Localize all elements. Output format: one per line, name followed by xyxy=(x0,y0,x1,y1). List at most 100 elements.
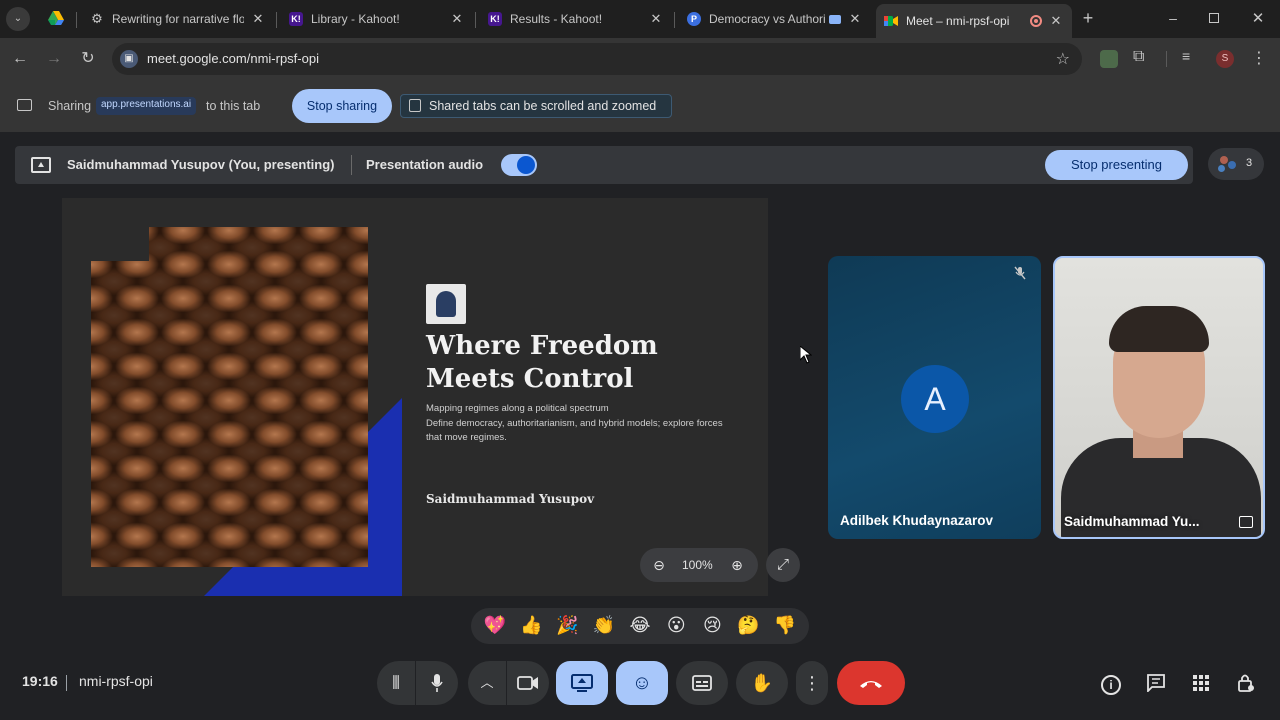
zoom-out-icon[interactable]: ⊖ xyxy=(650,556,668,574)
present-button[interactable] xyxy=(556,661,608,705)
shared-site-chip: app.presentations.ai xyxy=(96,97,197,115)
extension-icon[interactable] xyxy=(1100,50,1118,68)
reload-button[interactable]: ↻ xyxy=(77,48,99,70)
participant-tile[interactable]: A Adilbek Khudaynazarov xyxy=(828,256,1041,539)
reaction-party[interactable]: 🎉 xyxy=(555,613,581,639)
reload-icon: ↻ xyxy=(81,50,95,67)
hand-icon: ✋ xyxy=(750,673,774,693)
reactions-button[interactable]: ☺ xyxy=(616,661,668,705)
toggle-knob xyxy=(517,156,535,174)
reaction-sad[interactable]: 😢 xyxy=(699,613,725,639)
tab-separator xyxy=(276,12,277,28)
slide-logo xyxy=(426,284,466,324)
more-options-button[interactable]: ⋮ xyxy=(796,661,828,705)
participant-name: Adilbek Khudaynazarov xyxy=(840,513,994,528)
tab-meet[interactable]: Meet – nmi-rpsf-opi ✕ xyxy=(876,4,1072,38)
forward-button[interactable]: → xyxy=(43,48,65,70)
reaction-thumbs-down[interactable]: 👎 xyxy=(772,613,798,639)
divider xyxy=(66,675,67,691)
tab-kahoot-results[interactable]: K! Results - Kahoot! ✕ xyxy=(480,4,672,34)
participant-tile-self[interactable]: Saidmuhammad Yu... xyxy=(1053,256,1265,539)
audio-levels-button[interactable]: ⫴ xyxy=(377,661,415,705)
presentations-icon: P xyxy=(687,12,701,26)
close-tab-icon[interactable]: ✕ xyxy=(449,11,465,27)
site-info-icon[interactable]: ▣ xyxy=(120,50,138,68)
tab-kahoot-library[interactable]: K! Library - Kahoot! ✕ xyxy=(281,4,473,34)
microphone-button[interactable] xyxy=(416,661,458,705)
slide-author: Saidmuhammad Yusupov xyxy=(426,492,595,506)
meet-icon xyxy=(884,14,898,28)
fullscreen-button[interactable]: ⤢ xyxy=(766,548,800,582)
participant-avatar-dot xyxy=(1228,161,1236,169)
meeting-code: nmi-rpsf-opi xyxy=(79,673,153,689)
address-bar[interactable]: ▣ meet.google.com/nmi-rpsf-opi ☆ xyxy=(112,43,1082,75)
participants-button[interactable]: 3 xyxy=(1208,148,1264,180)
zoom-in-icon[interactable]: ⊕ xyxy=(728,556,746,574)
arrow-left-icon: ← xyxy=(12,50,28,67)
tab-democracy[interactable]: P Democracy vs Authori ✕ xyxy=(679,4,871,34)
logo-figure-icon xyxy=(436,291,456,317)
new-tab-button[interactable]: + xyxy=(1078,8,1098,28)
host-controls-button[interactable] xyxy=(1233,670,1259,696)
reactions-bar: 💖 👍 🎉 👏 😂 😮 😢 🤔 👎 xyxy=(471,608,809,644)
lock-person-icon xyxy=(1236,673,1256,693)
slide-scales-image-overlay xyxy=(91,227,368,567)
video-person-hair xyxy=(1109,306,1209,352)
close-tab-icon[interactable]: ✕ xyxy=(648,11,664,27)
close-tab-icon[interactable]: ✕ xyxy=(1048,13,1064,29)
back-button[interactable]: ← xyxy=(9,48,31,70)
url-text: meet.google.com/nmi-rpsf-opi xyxy=(147,51,319,66)
tab-scroll-icon xyxy=(409,99,421,112)
meeting-details-button[interactable]: i xyxy=(1098,670,1124,696)
stop-sharing-button[interactable]: Stop sharing xyxy=(292,89,392,123)
browser-toolbar: ← → ↻ ▣ meet.google.com/nmi-rpsf-opi ☆ ⧉… xyxy=(0,38,1280,80)
stop-presenting-button[interactable]: Stop presenting xyxy=(1045,150,1188,180)
drive-icon[interactable] xyxy=(48,11,64,25)
captions-icon xyxy=(692,675,712,691)
tab-search-button[interactable]: ⌄ xyxy=(6,7,30,31)
activities-button[interactable] xyxy=(1188,670,1214,696)
presentation-audio-toggle[interactable] xyxy=(501,154,537,176)
slide-subtitle: Mapping regimes along a political spectr… xyxy=(426,403,609,414)
reaction-heart[interactable]: 💖 xyxy=(482,613,508,639)
tab-rewriting[interactable]: ⚙ Rewriting for narrative flow ✕ xyxy=(82,4,274,34)
settings-icon: ⚙ xyxy=(91,11,103,26)
bookmark-star-icon[interactable]: ☆ xyxy=(1056,49,1070,69)
leave-call-button[interactable] xyxy=(837,661,905,705)
captions-button[interactable] xyxy=(676,661,728,705)
presenter-name: Saidmuhammad Yusupov (You, presenting) xyxy=(67,157,335,172)
sharing-prefix: Sharing xyxy=(48,99,92,113)
browser-tab-strip: ⌄ ⚙ Rewriting for narrative flow ✕ K! Li… xyxy=(0,0,1280,38)
minimize-window-button[interactable]: ‒ xyxy=(1166,10,1180,26)
extensions-puzzle-icon[interactable]: ⧉ xyxy=(1133,48,1151,68)
camera-options-button[interactable]: ︿ xyxy=(468,661,506,705)
profile-avatar[interactable]: S xyxy=(1216,50,1234,68)
mic-off-icon xyxy=(1013,266,1029,282)
reaction-laugh[interactable]: 😂 xyxy=(627,613,653,639)
chat-icon xyxy=(1146,674,1166,692)
presentation-slide[interactable]: Where Freedom Meets Control Mapping regi… xyxy=(62,198,768,596)
reaction-thinking[interactable]: 🤔 xyxy=(736,613,762,639)
more-vert-icon: ⋮ xyxy=(803,673,821,693)
participant-avatar-dot xyxy=(1218,165,1225,172)
mouse-cursor-icon xyxy=(800,346,812,364)
slide-title: Where Freedom Meets Control xyxy=(426,331,658,394)
reaction-thumbs-up[interactable]: 👍 xyxy=(518,613,544,639)
raise-hand-button[interactable]: ✋ xyxy=(736,661,788,705)
reaction-clap[interactable]: 👏 xyxy=(591,613,617,639)
media-control-icon[interactable]: ≡ xyxy=(1182,48,1200,68)
audio-levels-icon: ⫴ xyxy=(392,673,400,693)
camera-button[interactable] xyxy=(507,661,549,705)
reaction-surprised[interactable]: 😮 xyxy=(663,613,689,639)
close-tab-icon[interactable]: ✕ xyxy=(847,11,863,27)
presenting-bar: Saidmuhammad Yusupov (You, presenting) P… xyxy=(15,146,1193,184)
pip-icon[interactable] xyxy=(1239,516,1253,528)
tab-separator xyxy=(76,12,77,28)
participant-name: Saidmuhammad Yu... xyxy=(1064,514,1200,529)
restore-window-button[interactable] xyxy=(1209,13,1219,23)
chevron-down-icon: ⌄ xyxy=(13,13,23,24)
chat-button[interactable] xyxy=(1143,670,1169,696)
browser-menu-icon[interactable]: ⋮ xyxy=(1251,48,1267,68)
close-window-button[interactable]: ✕ xyxy=(1250,9,1266,27)
close-tab-icon[interactable]: ✕ xyxy=(250,11,266,27)
